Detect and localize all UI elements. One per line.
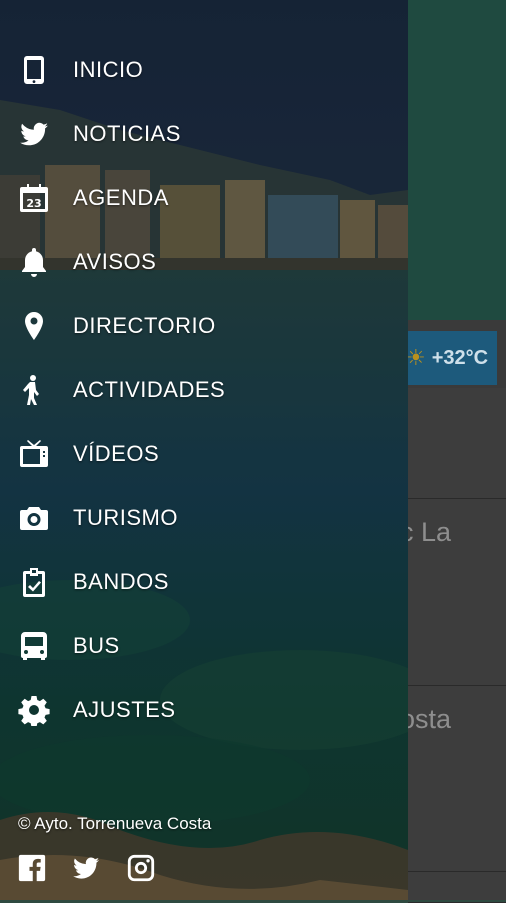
menu-item-label: TURISMO	[73, 505, 178, 530]
menu-item-label: VÍDEOS	[73, 441, 160, 466]
list-item[interactable]	[408, 872, 506, 903]
menu-item-label: NOTICIAS	[73, 121, 181, 146]
menu-item-agenda[interactable]: 23 AGENDA	[0, 166, 408, 230]
calendar-icon: 23	[17, 181, 51, 215]
weather-widget[interactable]: ☀ +32°C	[402, 331, 497, 385]
twitter-icon	[17, 117, 51, 151]
tv-icon	[17, 437, 51, 471]
list-item-title: osta	[408, 704, 452, 734]
menu-item-turismo[interactable]: TURISMO	[0, 486, 408, 550]
navigation-drawer: INICIO NOTICIAS 23 AGENDA AVISOS DIRECTO…	[0, 0, 408, 900]
menu-item-label: ACTIVIDADES	[73, 377, 226, 402]
list-item[interactable]	[408, 388, 506, 499]
calendar-icon-text: 23	[26, 197, 41, 210]
menu-item-avisos[interactable]: AVISOS	[0, 230, 408, 294]
list-item[interactable]: osta	[408, 686, 506, 872]
activity-person-icon	[17, 373, 51, 407]
sun-icon: ☀	[406, 345, 426, 371]
menu-item-bandos[interactable]: BANDOS	[0, 550, 408, 614]
temperature-label: +32°C	[431, 346, 489, 369]
clipboard-check-icon	[17, 565, 51, 599]
camera-icon	[17, 501, 51, 535]
menu-item-actividades[interactable]: ACTIVIDADES	[0, 358, 408, 422]
bell-icon	[17, 245, 51, 279]
menu-item-label: AVISOS	[73, 249, 157, 274]
menu-item-label: INICIO	[73, 57, 144, 82]
facebook-icon[interactable]	[16, 852, 48, 884]
menu-item-directorio[interactable]: DIRECTORIO	[0, 294, 408, 358]
instagram-icon[interactable]	[125, 852, 157, 884]
gear-icon	[17, 693, 51, 727]
twitter-icon[interactable]	[70, 852, 102, 884]
menu-item-label: DIRECTORIO	[73, 313, 216, 338]
menu-item-label: BANDOS	[73, 569, 169, 594]
menu-item-label: BUS	[73, 633, 120, 658]
menu-item-noticias[interactable]: NOTICIAS	[0, 102, 408, 166]
menu-item-inicio[interactable]: INICIO	[0, 38, 408, 102]
bus-icon	[17, 629, 51, 663]
phone-icon	[17, 53, 51, 87]
list-item-title: c La	[408, 517, 452, 547]
menu-item-label: AJUSTES	[73, 697, 176, 722]
copyright-text: © Ayto. Torrenueva Costa	[18, 814, 212, 833]
menu-item-label: AGENDA	[73, 185, 169, 210]
menu-item-ajustes[interactable]: AJUSTES	[0, 678, 408, 742]
map-pin-icon	[17, 309, 51, 343]
menu-item-bus[interactable]: BUS	[0, 614, 408, 678]
menu-item-videos[interactable]: VÍDEOS	[0, 422, 408, 486]
list-item[interactable]: c La	[408, 499, 506, 686]
